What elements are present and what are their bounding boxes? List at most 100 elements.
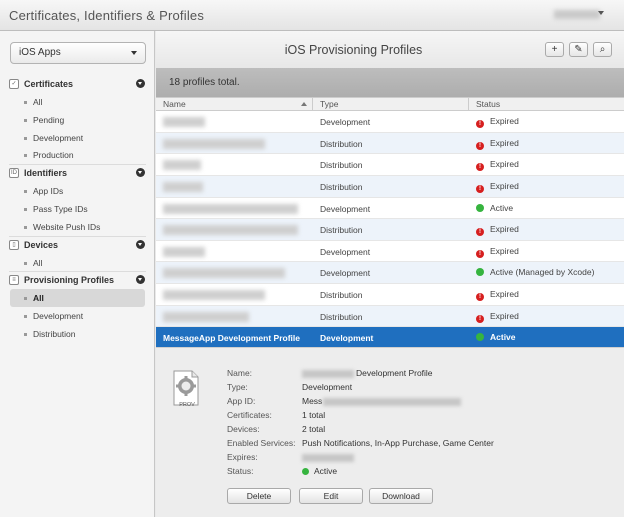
detail-value: Mess — [302, 396, 462, 406]
sidebar-item[interactable]: App IDs — [0, 182, 155, 200]
edit-button[interactable]: ✎ — [569, 42, 588, 57]
sidebar-item[interactable]: Pending — [0, 111, 155, 129]
sidebar-section[interactable]: ▯ Devices — [0, 235, 155, 254]
detail-label: Devices: — [227, 424, 260, 434]
sidebar-item[interactable]: All — [0, 93, 155, 111]
table-row[interactable]: Distribution! Expired — [156, 219, 624, 241]
active-status-icon — [476, 333, 484, 342]
sidebar-item-label: Pass Type IDs — [33, 203, 88, 214]
page-title: iOS Provisioning Profiles — [284, 43, 423, 57]
column-header-name[interactable]: Name — [163, 99, 186, 111]
sidebar-item[interactable]: Development — [0, 129, 155, 147]
status-text: Expired — [490, 116, 519, 126]
table-row[interactable]: Distribution! Expired — [156, 132, 624, 155]
detail-value: 2 total — [302, 424, 326, 434]
add-button[interactable]: + — [545, 42, 564, 57]
table-row[interactable]: Distribution! Expired — [156, 305, 624, 328]
profile-name — [163, 181, 203, 193]
search-button[interactable]: ⌕ — [593, 42, 612, 57]
sidebar-section[interactable]: ID Identifiers — [0, 164, 155, 182]
sidebar-item-label: All — [33, 97, 43, 107]
table-row[interactable]: Development Active — [156, 198, 624, 220]
redacted-name — [163, 311, 249, 322]
main-header: iOS Provisioning Profiles + ✎ ⌕ — [156, 31, 624, 68]
detail-label: Type: — [227, 382, 248, 392]
status-text: Expired — [490, 159, 519, 170]
sidebar-item[interactable]: Distribution — [0, 325, 155, 343]
profile-type: Distribution — [320, 138, 363, 149]
top-bar: Certificates, Identifiers & Profiles — [0, 0, 624, 31]
main-panel: iOS Provisioning Profiles + ✎ ⌕ 18 profi… — [156, 31, 624, 517]
redacted-name — [163, 290, 265, 301]
divider — [9, 164, 146, 166]
sidebar-item-label: Website Push IDs — [33, 221, 101, 232]
detail-value-text: Active — [314, 466, 338, 476]
profile-details: PROV Name: Development Profile Type: Develo… — [156, 347, 624, 517]
id-icon: ID — [9, 168, 19, 179]
profile-name — [163, 159, 201, 171]
table-row[interactable]: Development Active (Managed by Xcode) — [156, 262, 624, 285]
detail-value-text: Mess — [302, 396, 323, 406]
profile-name — [163, 116, 205, 128]
detail-value — [302, 452, 354, 462]
profile-status: Active — [476, 332, 516, 342]
table-row[interactable]: Development! Expired — [156, 111, 624, 133]
redacted-text — [302, 453, 354, 462]
sort-ascending-icon[interactable] — [301, 102, 307, 106]
platform-select[interactable]: iOS Apps — [10, 42, 146, 64]
sidebar-item-label: Development — [33, 132, 84, 143]
sidebar-item[interactable]: All — [0, 254, 155, 272]
detail-label: Certificates: — [227, 410, 272, 420]
profile-status: ! Expired — [476, 224, 519, 237]
profile-type: Development — [320, 117, 371, 127]
table-row[interactable]: Development! Expired — [156, 241, 624, 263]
profile-status: Active — [476, 203, 513, 213]
download-button[interactable]: Download — [369, 488, 433, 504]
profile-name — [163, 267, 285, 279]
detail-value: Development Profile — [302, 368, 433, 378]
app-title: Certificates, Identifiers & Profiles — [9, 8, 205, 23]
expired-status-icon: ! — [476, 314, 484, 323]
table-row[interactable]: Distribution! Expired — [156, 284, 624, 306]
sidebar-item-label: Development — [33, 311, 84, 322]
collapse-icon[interactable] — [136, 168, 145, 178]
pencil-icon: ✎ — [574, 44, 583, 55]
profile-type: Development — [320, 268, 371, 279]
redacted-text — [323, 397, 462, 406]
column-header-type[interactable]: Type — [320, 99, 338, 111]
chevron-down-icon[interactable] — [598, 11, 604, 15]
detail-label: Enabled Services: — [227, 438, 296, 448]
sidebar-item[interactable]: Pass Type IDs — [0, 200, 155, 218]
status-text: Active (Managed by Xcode) — [490, 267, 595, 278]
sidebar-item[interactable]: Development — [0, 307, 155, 325]
profile-name — [163, 203, 298, 215]
sidebar-section[interactable]: ≡ Provisioning Profiles — [0, 271, 155, 289]
profile-type: Development — [320, 203, 371, 214]
expired-status-icon: ! — [476, 184, 484, 193]
redacted-name — [163, 268, 285, 279]
account-menu[interactable] — [554, 10, 600, 19]
table-row[interactable]: Distribution! Expired — [156, 175, 624, 198]
edit-profile-button[interactable]: Edit — [299, 488, 363, 504]
column-divider — [468, 98, 469, 110]
column-header-status[interactable]: Status — [476, 99, 500, 111]
table-row[interactable]: MessageApp Development Profile Developmen… — [156, 327, 624, 350]
bullet-icon — [24, 101, 27, 104]
sidebar-section-label: Identifiers — [24, 168, 68, 179]
profile-name — [163, 138, 265, 150]
sidebar-item[interactable]: Website Push IDs — [0, 218, 155, 236]
search-icon: ⌕ — [599, 44, 606, 55]
expired-status-icon: ! — [476, 228, 484, 237]
detail-value: Push Notifications, In-App Purchase, Gam… — [302, 438, 494, 448]
sidebar-item[interactable]: Production — [0, 146, 155, 164]
table-row[interactable]: Distribution! Expired — [156, 154, 624, 176]
sidebar-item[interactable]: All — [10, 289, 145, 308]
sidebar-section[interactable]: ✓ Certificates — [0, 75, 155, 93]
delete-button[interactable]: Delete — [227, 488, 291, 504]
profile-count: 18 profiles total. — [169, 77, 240, 88]
collapse-icon[interactable] — [136, 79, 145, 88]
divider — [9, 235, 146, 237]
detail-label: Expires: — [227, 452, 258, 462]
collapse-icon[interactable] — [136, 275, 145, 285]
collapse-icon[interactable] — [136, 239, 145, 249]
